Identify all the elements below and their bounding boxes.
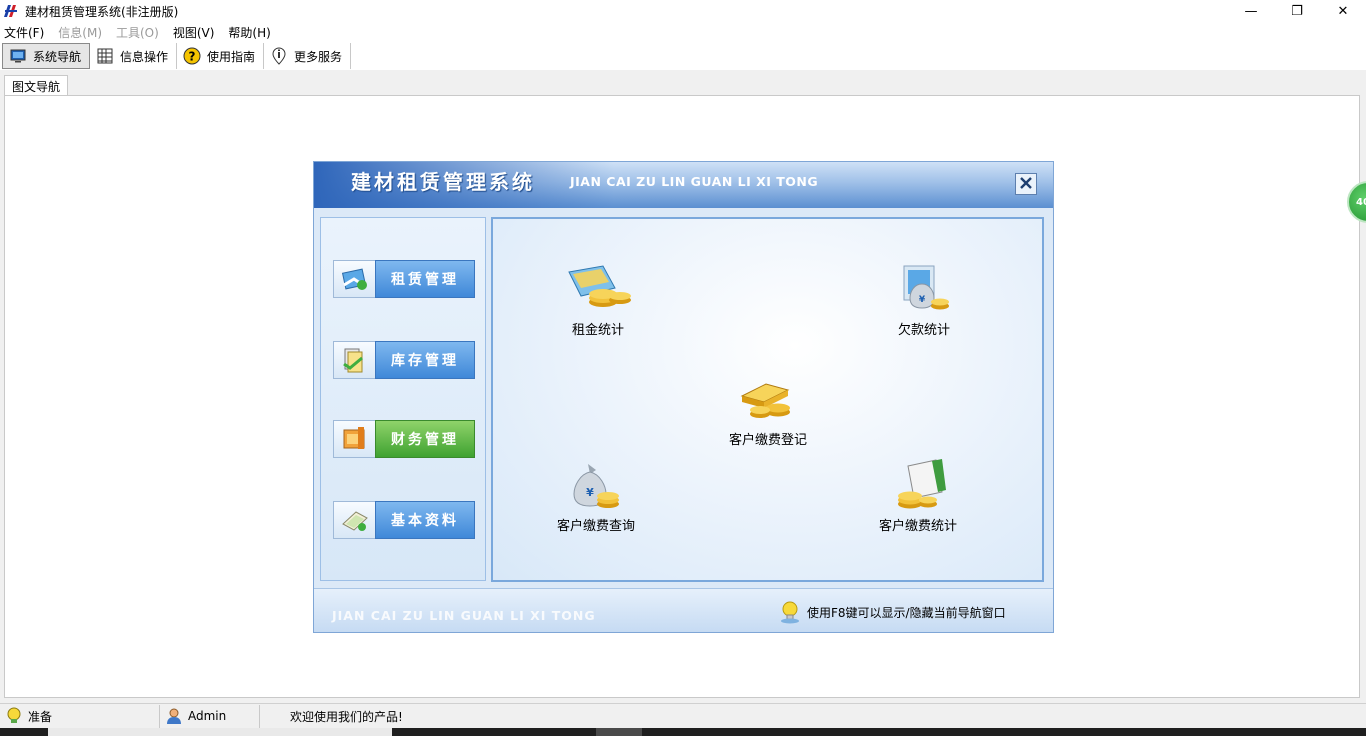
function-payment-query[interactable]: ¥ 客户缴费查询 — [557, 455, 635, 534]
svg-text:?: ? — [189, 50, 196, 64]
app-logo-icon — [3, 3, 19, 19]
menu-tools[interactable]: 工具(O) — [116, 24, 159, 41]
money-bag-coins-icon: ¥ — [561, 455, 631, 513]
function-label: 欠款统计 — [897, 323, 950, 338]
dialog-header: 建材租赁管理系统 JIAN CAI ZU LIN GUAN LI XI TONG — [314, 162, 1053, 208]
function-panel: 租金统计 ¥ 欠款统计 客户缴费登记 ¥ 客户缴费查询 客户缴费统计 — [491, 217, 1044, 582]
footer-tip: 使用F8键可以显示/隐藏当前导航窗口 — [777, 599, 1006, 625]
lightbulb-icon — [777, 599, 803, 625]
info-icon — [270, 47, 288, 65]
footer-tip-text: 使用F8键可以显示/隐藏当前导航窗口 — [807, 605, 1006, 620]
footer-watermark: JIAN CAI ZU LIN GUAN LI XI TONG — [332, 608, 596, 623]
module-nav-panel: 租赁管理 库存管理 财务管理 基本资料 — [320, 217, 486, 581]
function-label: 客户缴费统计 — [879, 519, 958, 534]
function-label: 客户缴费登记 — [729, 433, 808, 448]
user-icon — [164, 706, 184, 726]
taskbar — [0, 728, 1366, 736]
menu-view[interactable]: 视图(V) — [173, 24, 215, 41]
inventory-icon — [333, 341, 375, 379]
lease-icon — [333, 260, 375, 298]
toolbar-label: 更多服务 — [294, 49, 343, 64]
toolbar-system-nav-button[interactable]: 系统导航 — [2, 43, 91, 69]
message-cell: 欢迎使用我们的产品! — [260, 705, 1366, 728]
money-bag-monitor-icon: ¥ — [889, 259, 959, 317]
taskbar-segment — [48, 728, 392, 736]
dialog-close-button[interactable] — [1015, 173, 1037, 195]
status-cell: 准备 — [0, 704, 160, 728]
calculator-coins-icon — [563, 259, 633, 317]
nav-button-lease[interactable]: 租赁管理 — [333, 260, 475, 298]
function-payment-stats[interactable]: 客户缴费统计 — [879, 455, 957, 534]
toolbar-label: 信息操作 — [120, 49, 169, 64]
toolbar-guide-button[interactable]: ? 使用指南 — [177, 43, 265, 69]
gold-bars-icon — [733, 369, 803, 427]
nav-button-label: 财务管理 — [375, 420, 475, 458]
menu-help[interactable]: 帮助(H) — [228, 24, 270, 41]
function-rent-stats[interactable]: 租金统计 — [563, 259, 633, 338]
function-label: 客户缴费查询 — [557, 519, 636, 534]
status-bulb-icon — [4, 706, 24, 726]
menu-info[interactable]: 信息(M) — [58, 24, 102, 41]
status-message: 欢迎使用我们的产品! — [290, 709, 403, 724]
svg-text:¥: ¥ — [919, 295, 926, 305]
function-arrears-stats[interactable]: ¥ 欠款统计 — [889, 259, 959, 338]
status-bar: 准备 Admin 欢迎使用我们的产品! — [0, 703, 1366, 728]
window-title: 建材租赁管理系统(非注册版) — [25, 4, 179, 19]
nav-button-finance[interactable]: 财务管理 — [333, 420, 475, 458]
basic-data-icon — [333, 501, 375, 539]
toolbar-more-services-button[interactable]: 更多服务 — [264, 43, 352, 69]
user-cell: Admin — [160, 704, 260, 728]
nav-button-label: 库存管理 — [375, 341, 475, 379]
svg-text:¥: ¥ — [586, 486, 594, 499]
navigation-dialog: 建材租赁管理系统 JIAN CAI ZU LIN GUAN LI XI TONG… — [313, 161, 1054, 633]
nav-button-basic-data[interactable]: 基本资料 — [333, 501, 475, 539]
nav-button-inventory[interactable]: 库存管理 — [333, 341, 475, 379]
function-label: 租金统计 — [571, 323, 624, 338]
close-icon — [1019, 176, 1033, 193]
tab-graphic-nav[interactable]: 图文导航 — [4, 75, 69, 96]
function-payment-register[interactable]: 客户缴费登记 — [729, 369, 807, 448]
nav-button-label: 租赁管理 — [375, 260, 475, 298]
coins-book-icon — [883, 455, 953, 513]
menu-file[interactable]: 文件(F) — [4, 24, 44, 41]
dialog-subtitle: JIAN CAI ZU LIN GUAN LI XI TONG — [570, 174, 819, 189]
user-name: Admin — [188, 709, 227, 723]
restore-button[interactable]: ❐ — [1274, 0, 1320, 22]
finance-icon — [333, 420, 375, 458]
dialog-footer: JIAN CAI ZU LIN GUAN LI XI TONG 使用F8键可以显… — [314, 588, 1053, 632]
grid-icon — [96, 47, 114, 65]
toolbar-info-ops-button[interactable]: 信息操作 — [90, 43, 178, 69]
toolbar: 系统导航 信息操作 ? 使用指南 更多服务 — [0, 42, 1366, 70]
toolbar-label: 系统导航 — [33, 49, 82, 64]
menu-bar: 文件(F) 信息(M) 工具(O) 视图(V) 帮助(H) — [0, 22, 1366, 42]
toolbar-label: 使用指南 — [207, 49, 256, 64]
close-button[interactable]: ✕ — [1320, 0, 1366, 22]
taskbar-segment — [596, 728, 642, 736]
status-text: 准备 — [28, 709, 53, 724]
nav-button-label: 基本资料 — [375, 501, 475, 539]
monitor-icon — [9, 47, 27, 65]
title-bar: 建材租赁管理系统(非注册版) — ❐ ✕ — [0, 0, 1366, 22]
minimize-button[interactable]: — — [1228, 0, 1274, 22]
dialog-title: 建材租赁管理系统 — [351, 170, 535, 194]
help-icon: ? — [183, 47, 201, 65]
